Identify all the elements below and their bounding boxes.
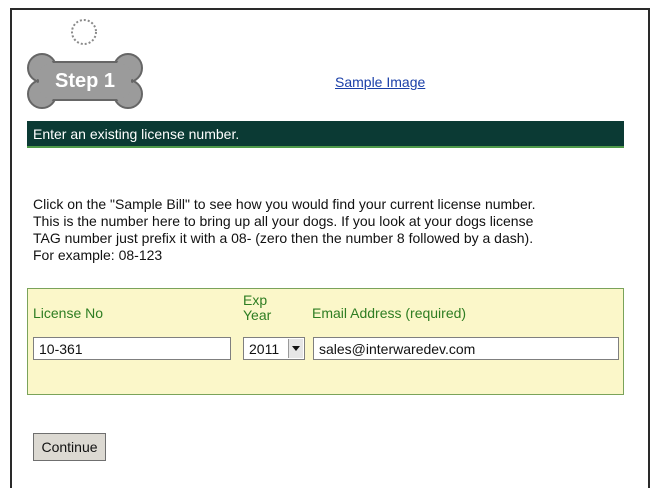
exp-year-label: Exp Year xyxy=(243,293,271,323)
banner-text: Enter an existing license number. xyxy=(33,126,240,142)
instruction-line: TAG number just prefix it with a 08- (ze… xyxy=(33,230,534,246)
license-no-input[interactable]: 10-361 xyxy=(33,337,231,360)
continue-button[interactable]: Continue xyxy=(33,433,106,461)
exp-year-value: 2011 xyxy=(249,341,280,357)
instruction-line: Click on the "Sample Bill" to see how yo… xyxy=(33,196,536,212)
email-label: Email Address (required) xyxy=(312,305,467,321)
exp-label-line2: Year xyxy=(243,307,272,323)
instruction-line: This is the number here to bring up all … xyxy=(33,213,534,229)
license-no-label: License No xyxy=(33,305,104,321)
instruction-banner: Enter an existing license number. xyxy=(27,121,624,148)
sample-image-link[interactable]: Sample Image xyxy=(335,74,425,90)
email-input[interactable]: sales@interwaredev.com xyxy=(313,337,619,360)
email-value: sales@interwaredev.com xyxy=(319,341,476,357)
step-badge: Step 1 xyxy=(20,14,150,114)
dog-bone-tag-icon: Step 1 xyxy=(27,19,143,109)
step-badge-text: Step 1 xyxy=(55,70,115,92)
license-form: License No Exp Year Email Address (requi… xyxy=(27,288,624,395)
exp-label-line1: Exp xyxy=(243,292,268,308)
dropdown-arrow-icon[interactable] xyxy=(288,339,303,358)
license-no-value: 10-361 xyxy=(39,341,83,357)
instruction-line: For example: 08-123 xyxy=(33,247,163,263)
instructions-text: Click on the "Sample Bill" to see how yo… xyxy=(33,196,623,264)
exp-year-select[interactable]: 2011 xyxy=(243,337,305,360)
